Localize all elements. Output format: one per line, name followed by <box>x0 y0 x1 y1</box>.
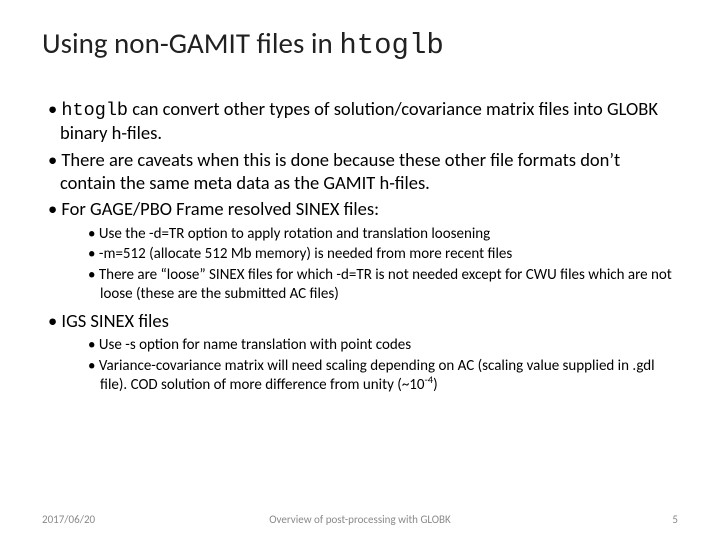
bullet-1: htoglb can convert other types of soluti… <box>46 98 678 145</box>
bullet-2-text: There are caveats when this is done beca… <box>60 148 620 194</box>
footer-center: Overview of post-processing with GLOBK <box>0 513 720 526</box>
bullet-4: IGS SINEX files <box>46 310 678 333</box>
bullet-3a: Use the -d=TR option to apply rotation a… <box>86 225 678 244</box>
bullet-3: For GAGE/PBO Frame resolved SINEX files: <box>46 198 678 221</box>
bullet-1-code: htoglb <box>61 100 128 121</box>
bullet-3a-text: Use the -d=TR option to apply rotation a… <box>99 225 490 243</box>
title-code: htoglb <box>339 29 443 62</box>
bullet-2: There are caveats when this is done beca… <box>46 149 678 194</box>
footer-date: 2017/06/20 <box>42 513 95 526</box>
bullet-3b-text: -m=512 (allocate 512 Mb memory) is neede… <box>99 245 512 263</box>
slide-body: htoglb can convert other types of soluti… <box>42 98 678 395</box>
bullet-3c-text: There are “loose” SINEX files for which … <box>99 266 672 303</box>
title-prefix: Using non-GAMIT files in <box>42 25 339 61</box>
bullet-4b: Variance-covariance matrix will need sca… <box>86 357 678 395</box>
bullet-4b-post: ) <box>433 376 438 394</box>
slide: Using non-GAMIT files in htoglb htoglb c… <box>0 0 720 540</box>
bullet-4a: Use -s option for name translation with … <box>86 336 678 355</box>
slide-title: Using non-GAMIT files in htoglb <box>42 28 678 62</box>
bullet-4a-text: Use -s option for name translation with … <box>99 336 411 354</box>
bullet-3c: There are “loose” SINEX files for which … <box>86 266 678 304</box>
bullet-3-text: For GAGE/PBO Frame resolved SINEX files: <box>61 197 379 220</box>
bullet-4b-pre: Variance-covariance matrix will need sca… <box>99 357 655 394</box>
bullet-1-rest: can convert other types of solution/cova… <box>60 97 658 145</box>
bullet-4-text: IGS SINEX files <box>61 309 168 332</box>
footer: 2017/06/20 Overview of post-processing w… <box>0 513 720 526</box>
bullet-3b: -m=512 (allocate 512 Mb memory) is neede… <box>86 245 678 264</box>
bullet-4b-sup: -4 <box>425 373 434 386</box>
footer-page: 5 <box>672 513 678 526</box>
